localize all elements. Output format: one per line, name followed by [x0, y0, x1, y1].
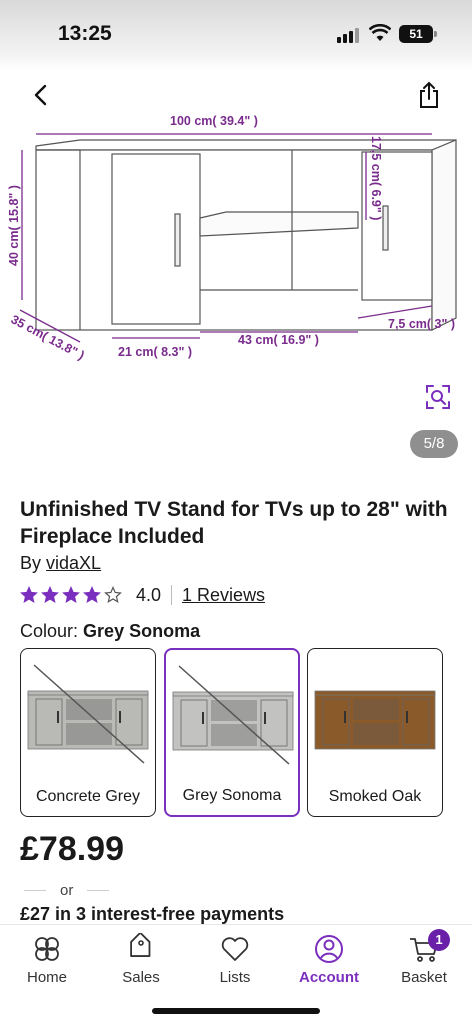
basket-badge: 1: [428, 929, 450, 951]
dimension-left-section: 21 cm( 8.3" ): [118, 345, 192, 359]
zoom-icon[interactable]: [424, 383, 452, 411]
tab-sales[interactable]: Sales: [101, 933, 181, 986]
or-text: or: [60, 881, 74, 899]
swatch-label: Grey Sonoma: [182, 787, 282, 804]
by-line: By vidaXL: [20, 553, 101, 574]
star-rating: [20, 586, 122, 604]
tab-label: Account: [299, 969, 359, 986]
status-bar: 13:25 51: [0, 0, 472, 70]
colour-label: Colour:: [20, 621, 79, 641]
swatch-smoked-oak[interactable]: Smoked Oak: [307, 648, 443, 817]
rating-row: 4.0 1 Reviews: [20, 583, 265, 607]
share-button[interactable]: [416, 80, 442, 110]
back-button[interactable]: [28, 82, 54, 108]
price: £78.99: [20, 830, 124, 868]
tag-icon: [130, 933, 151, 957]
tab-lists[interactable]: Lists: [195, 933, 275, 986]
swatch-image: [172, 665, 294, 765]
star-filled-icon: [62, 586, 80, 603]
rating-value: 4.0: [136, 584, 162, 605]
home-indicator: [152, 1008, 320, 1014]
swatch-image: [27, 664, 149, 764]
status-time: 13:25: [58, 22, 112, 45]
product-image[interactable]: 100 cm( 39.4" ) 40 cm( 15.8" ) 35 cm( 13…: [0, 108, 472, 380]
battery-icon: 51: [399, 25, 437, 43]
by-prefix: By: [20, 553, 42, 573]
star-filled-icon: [41, 586, 59, 603]
tab-home[interactable]: Home: [7, 933, 87, 986]
star-empty-icon: [104, 586, 122, 603]
tab-account[interactable]: Account: [289, 933, 369, 986]
star-filled-icon: [20, 586, 38, 603]
tab-label: Basket: [401, 969, 447, 986]
wifi-icon: [369, 24, 391, 41]
swatch-concrete-grey[interactable]: Concrete Grey: [20, 648, 156, 817]
dimension-inner-height: 17,5 cm( 6.9" ): [369, 136, 383, 220]
dimension-width: 100 cm( 39.4" ): [170, 114, 258, 128]
star-filled-icon: [83, 586, 101, 603]
colour-row: Colour: Grey Sonoma: [20, 621, 200, 642]
image-counter: 5/8: [410, 430, 458, 458]
swatch-label: Smoked Oak: [328, 788, 422, 805]
rating-divider: [171, 585, 173, 605]
colour-swatches: Concrete Grey Grey Sonoma Smoked Oak: [20, 648, 450, 818]
brand-link[interactable]: vidaXL: [46, 553, 101, 573]
signal-icon: [337, 27, 359, 43]
account-icon: [315, 935, 343, 963]
heart-icon: [221, 937, 249, 961]
swatch-image: [314, 690, 436, 750]
swatch-label: Concrete Grey: [35, 788, 141, 805]
product-title: Unfinished TV Stand for TVs up to 28" wi…: [20, 498, 448, 548]
instalment-info: £27 in 3 interest-free payments: [20, 904, 285, 924]
or-divider: or: [24, 880, 114, 900]
home-icon: [35, 937, 59, 961]
dimension-middle-section: 43 cm( 16.9" ): [238, 333, 319, 347]
tab-label: Lists: [219, 969, 251, 986]
tab-label: Sales: [122, 969, 160, 986]
colour-selected: Grey Sonoma: [83, 621, 201, 641]
tab-label: Home: [26, 969, 67, 986]
dimension-height: 40 cm( 15.8" ): [7, 185, 21, 266]
tab-basket[interactable]: 1 Basket: [384, 929, 464, 986]
swatch-grey-sonoma[interactable]: Grey Sonoma: [164, 648, 300, 817]
dimension-right-section: 7,5 cm( 3" ): [388, 317, 455, 331]
reviews-link[interactable]: 1 Reviews: [182, 585, 265, 606]
